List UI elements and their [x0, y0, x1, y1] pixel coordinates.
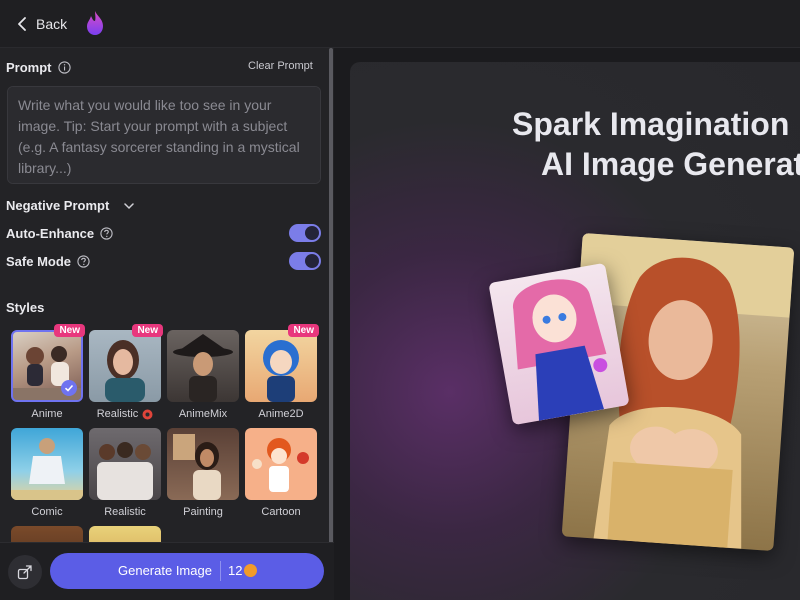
generate-cost: 12: [228, 563, 243, 578]
anime-girl-illustration: [513, 279, 608, 421]
auto-enhance-toggle[interactable]: [289, 224, 321, 242]
style-realistic[interactable]: Realistic: [89, 428, 161, 518]
new-badge: New: [288, 324, 319, 337]
hero-card: Spark Imagination AI Image Generat: [350, 62, 800, 600]
featured-anime-image: [488, 262, 630, 426]
styles-header: Styles: [6, 300, 44, 315]
style-comic[interactable]: Comic: [11, 428, 83, 518]
style-thumbnail: [89, 428, 161, 500]
coin-icon: [244, 564, 257, 577]
info-icon[interactable]: [57, 61, 71, 74]
style-animemix[interactable]: AnimeMix: [167, 330, 239, 420]
new-badge: New: [54, 324, 85, 337]
preview-area: Spark Imagination AI Image Generat: [334, 48, 800, 600]
safe-mode-toggle[interactable]: [289, 252, 321, 270]
style-name-text: Realistic: [96, 408, 139, 420]
hero-title-line2: AI Image Generat: [541, 146, 800, 182]
selected-check-icon: [61, 380, 77, 396]
style-painting[interactable]: Painting: [167, 428, 239, 518]
style-thumbnail: [89, 330, 161, 402]
panel-scrollbar[interactable]: [329, 48, 333, 548]
premium-badge-icon: [142, 409, 153, 419]
negative-prompt-toggle[interactable]: Negative Prompt: [6, 198, 135, 213]
prompt-label: Prompt: [6, 60, 52, 75]
style-thumbnail: [11, 428, 83, 500]
back-label: Back: [36, 16, 68, 32]
safe-mode-row: Safe Mode: [6, 254, 90, 269]
toggle-knob: [305, 254, 319, 268]
toggle-knob: [305, 226, 319, 240]
flame-logo-icon: [87, 11, 103, 35]
back-button[interactable]: Back: [16, 12, 67, 36]
style-name: Anime: [31, 408, 63, 420]
style-cartoon[interactable]: Cartoon: [245, 428, 317, 518]
realistic-woman-image: [105, 340, 145, 402]
style-thumbnail: [245, 330, 317, 402]
top-bar: Back: [0, 0, 800, 48]
animemix-witch-image: [173, 334, 233, 402]
style-thumbnail: [167, 428, 239, 500]
style-anime[interactable]: New Anime: [11, 324, 85, 420]
painting-woman-image: [173, 434, 221, 500]
auto-enhance-label: Auto-Enhance: [6, 226, 95, 241]
cartoon-characters-image: [252, 438, 309, 492]
share-icon: [17, 565, 32, 580]
hero-title-line1: Spark Imagination: [512, 106, 790, 142]
anime2d-girl-image: [263, 340, 299, 402]
clear-prompt-button[interactable]: Clear Prompt: [248, 60, 313, 72]
settings-panel: Prompt Clear Prompt Negative Prompt Auto…: [0, 48, 334, 600]
style-name: Cartoon: [261, 506, 301, 518]
help-icon[interactable]: [77, 255, 90, 268]
style-name: Anime2D: [258, 408, 304, 420]
generate-label: Generate Image: [118, 563, 212, 578]
prompt-input[interactable]: [7, 86, 321, 184]
new-badge: New: [132, 324, 163, 337]
style-name: Comic: [31, 506, 63, 518]
prompt-header: Prompt: [6, 60, 71, 75]
style-name: Painting: [183, 506, 223, 518]
style-thumbnail: [167, 330, 239, 402]
style-anime2d[interactable]: New Anime2D: [245, 324, 319, 420]
bottom-bar: Generate Image 12: [0, 542, 334, 600]
style-thumbnail: [245, 428, 317, 500]
comic-hero-image: [11, 438, 83, 500]
style-name: AnimeMix: [178, 408, 228, 420]
app-root: Back Prompt Clear Prompt Negative P: [0, 0, 800, 600]
realistic-group-image: [97, 442, 153, 500]
help-icon[interactable]: [100, 227, 113, 240]
chevron-left-icon: [18, 17, 26, 31]
share-button[interactable]: [8, 555, 42, 589]
style-thumbnail: [11, 330, 83, 402]
generate-image-button[interactable]: Generate Image 12: [50, 553, 324, 589]
button-divider: [220, 561, 221, 581]
style-realistic-new[interactable]: New Realistic: [89, 324, 163, 420]
auto-enhance-row: Auto-Enhance: [6, 226, 113, 241]
chevron-down-icon: [124, 202, 135, 209]
style-name: Realistic: [89, 408, 161, 420]
style-name: Realistic: [104, 506, 146, 518]
safe-mode-label: Safe Mode: [6, 254, 72, 269]
styles-label: Styles: [6, 300, 45, 315]
negative-prompt-label: Negative Prompt: [6, 198, 110, 213]
